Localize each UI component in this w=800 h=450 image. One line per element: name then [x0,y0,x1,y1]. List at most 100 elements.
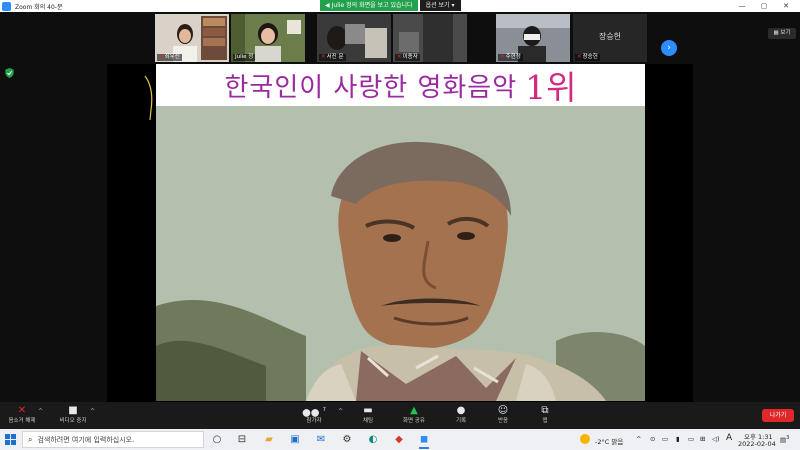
participant-name: 최우신 [164,54,180,60]
powerpoint-icon[interactable]: ◆ [390,432,408,447]
share-banner: ◀ Julie 정의 화면을 보고 있습니다 옵션 보기 ▾ [320,0,461,11]
participants-icon: ●● 7 [302,407,326,419]
share-screen-icon: ▲ [410,405,418,416]
store-icon[interactable]: ▣ [286,432,304,447]
notification-count: 3 [786,435,790,441]
close-button[interactable]: ✕ [776,0,796,12]
apps-button[interactable]: ⧉ 앱 [523,404,567,428]
zoom-app-icon [2,1,11,11]
next-page-button[interactable]: › [661,40,677,56]
search-icon: ⌕ [28,434,33,444]
tray-display-icon[interactable]: ▭ [688,435,694,443]
grid-icon: ▦ [773,30,779,36]
presentation-slide: 한국인이 사랑한 영화음악 1위 [156,64,645,401]
apps-icon: ⧉ [541,405,549,416]
ime-indicator[interactable]: A [726,433,732,443]
participant-tile[interactable]: ✕최우신 [155,14,229,62]
tray-chevron-up-icon[interactable]: ^ [636,435,641,443]
windows-taskbar: ⌕ 검색하려면 여기에 입력하십시오. ○ ⊟ ▰ ▣ ✉ ⚙ ◐ ◆ ◼ [0,429,800,450]
chat-bubble-icon: ▬ [363,405,373,416]
participant-display-name: 장승헌 [598,32,622,41]
task-view-icon[interactable]: ⊟ [233,432,251,447]
view-button-label: 보기 [780,30,791,36]
unmute-label: 음소거 해제 [8,418,36,424]
stop-video-label: 비디오 중지 [59,418,87,424]
slide-rank: 1위 [525,68,577,107]
notification-icon[interactable]: ▤3 [780,435,789,444]
participant-name: Julie 정 [235,54,254,60]
reactions-button[interactable]: ☺ 반응 [481,404,525,428]
video-camera-icon: ■ [68,405,78,416]
chevron-right-icon: › [667,43,671,53]
mic-muted-icon: ✕ [577,54,582,60]
reaction-smiley-icon: ☺ [497,405,509,416]
mail-icon[interactable]: ✉ [312,432,330,447]
participant-tile[interactable]: 장승헌 ✕장승헌 [573,14,647,62]
movie-clip-video [156,106,645,401]
window-title: Zoom 회의 40-분 [15,3,63,11]
participant-name: 서진 문 [326,54,344,60]
participant-name-label: ✕이종자 [395,54,420,61]
weather-sun-icon[interactable] [580,434,590,444]
participants-button[interactable]: ●● 7 참가자 [292,404,336,428]
meeting-toolbar: ✕ 음소거 해제 ^ ■ 비디오 중지 ^ ●● 7 참가자 ^ ▬ 채팅 ▲ … [0,402,800,429]
record-button[interactable]: ● 기록 [439,404,483,428]
apps-label: 앱 [542,418,548,424]
settings-gear-icon[interactable]: ⚙ [338,432,356,447]
participant-name: 장승헌 [582,54,598,60]
tray-meet-now-icon[interactable]: ⊙ [650,435,655,443]
participants-chevron-icon[interactable]: ^ [338,408,343,415]
view-options-button[interactable]: 옵션 보기 ▾ [419,0,461,11]
participants-count: 7 [322,407,326,413]
mic-muted-icon: ✕ [500,54,505,60]
cortana-icon[interactable]: ○ [208,432,226,447]
view-button[interactable]: ▦ 보기 [768,28,796,39]
slide-title: 한국인이 사랑한 영화음악 [224,72,518,103]
participant-name-label: Julie 정 [233,54,256,61]
edge-browser-icon[interactable]: ◐ [364,432,382,447]
search-placeholder: 검색하려면 여기에 입력하십시오. [37,435,135,444]
participant-name-label: ✕서진 문 [319,54,346,61]
chat-label: 채팅 [362,418,374,424]
maximize-button[interactable]: ▢ [754,0,774,12]
movie-frame-image [156,106,645,401]
tray-mic-icon[interactable]: ▮ [676,435,680,443]
participant-name: 주현정 [505,54,521,60]
windows-start-icon[interactable] [5,434,16,445]
participants-label: 참가자 [306,418,322,424]
slide-title-bar: 한국인이 사랑한 영화음악 1위 [156,64,645,107]
share-screen-button[interactable]: ▲ 화면 공유 [392,404,436,428]
video-options-chevron-icon[interactable]: ^ [90,408,95,415]
participant-name-label: ✕최우신 [157,54,182,61]
taskbar-search-box[interactable]: ⌕ 검색하려면 여기에 입력하십시오. [22,431,204,448]
tray-camera-icon[interactable]: ▭ [662,435,668,443]
network-icon[interactable]: ⊞ [700,435,705,443]
weather-text[interactable]: -2°C 맑음 [595,436,623,446]
audio-options-chevron-icon[interactable]: ^ [38,408,43,415]
speaker-icon: ◀ [325,2,330,9]
chat-button[interactable]: ▬ 채팅 [346,404,390,428]
stop-video-button[interactable]: ■ 비디오 중지 [51,404,95,428]
reactions-label: 반응 [497,418,509,424]
yellow-annotation-stroke [144,75,153,121]
clock-date[interactable]: 2022-02-04 [738,440,776,448]
mic-muted-icon: ✕ [159,54,164,60]
participant-tile[interactable]: ✕주현정 [496,14,570,62]
share-screen-label: 화면 공유 [403,418,425,424]
leave-button[interactable]: 나가기 [762,409,794,422]
gallery-strip: ✕최우신 Julie 정 ✕서진 문 ✕이종자 ✕주현정 장승헌 ✕장승헌 › … [0,12,800,62]
mic-muted-icon: ✕ [397,54,402,60]
mic-muted-icon: ✕ [321,54,326,60]
volume-icon[interactable]: ◁) [712,435,720,443]
participant-tile[interactable]: ✕서진 문 [317,14,391,62]
file-explorer-icon[interactable]: ▰ [260,432,278,447]
viewing-text: Julie 정의 화면을 보고 있습니다 [331,2,413,9]
participant-tile[interactable]: Julie 정 [231,14,305,62]
encryption-shield-icon[interactable] [5,68,14,78]
zoom-taskbar-icon[interactable]: ◼ [415,432,433,449]
record-label: 기록 [455,418,467,424]
record-icon: ● [456,405,466,416]
minimize-button[interactable]: — [732,0,752,12]
participant-name: 이종자 [402,54,418,60]
participant-tile[interactable]: ✕이종자 [393,14,467,62]
